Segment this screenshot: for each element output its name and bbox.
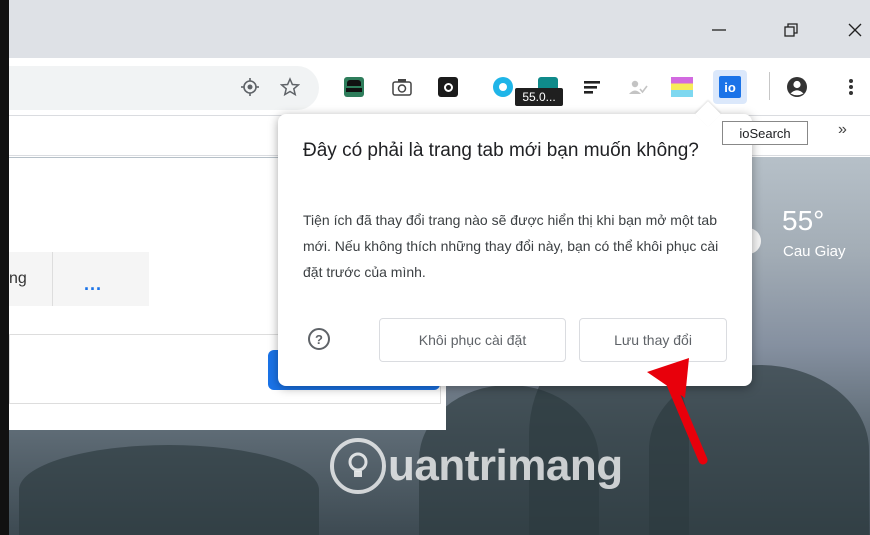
- weather-city: Cau Giay: [783, 243, 846, 260]
- restore-window-button[interactable]: [771, 12, 811, 48]
- dialog-body: Tiện ích đã thay đổi trang nào sẽ được h…: [303, 212, 719, 280]
- minimize-button[interactable]: [699, 12, 739, 48]
- restore-settings-button[interactable]: Khôi phục cài đặt: [379, 318, 566, 362]
- people-check-icon[interactable]: [623, 72, 653, 102]
- location-icon[interactable]: [235, 72, 265, 102]
- minimize-icon: [712, 29, 726, 31]
- iosearch-tooltip: ioSearch: [722, 121, 808, 145]
- title-bar: [9, 0, 870, 58]
- color-palette-icon[interactable]: [667, 72, 697, 102]
- bookmarks-overflow-icon[interactable]: »: [838, 121, 847, 139]
- iosearch-extension-button[interactable]: io: [713, 70, 747, 104]
- left-edge: [0, 0, 9, 535]
- close-window-button[interactable]: [835, 12, 870, 48]
- card-tab-strip: [9, 252, 149, 306]
- watermark-lightbulb-icon: [330, 438, 386, 494]
- reader-icon[interactable]: [577, 72, 607, 102]
- toolbar-separator: [769, 72, 770, 100]
- extension-dark-icon[interactable]: [433, 72, 463, 102]
- watermark: uantrimang: [330, 436, 623, 496]
- extension-badge: 55.0...: [515, 88, 563, 106]
- watermark-text: uantrimang: [388, 441, 623, 490]
- dialog-title: Đây có phải là trang tab mới bạn muốn kh…: [303, 140, 699, 161]
- extension-change-dialog: Đây có phải là trang tab mới bạn muốn kh…: [278, 101, 752, 386]
- profile-avatar-icon[interactable]: [782, 72, 812, 102]
- bookmark-star-icon[interactable]: [275, 72, 305, 102]
- iosearch-icon: io: [719, 76, 741, 98]
- close-icon: [848, 23, 862, 37]
- camera-icon[interactable]: [387, 72, 417, 102]
- more-tabs-button[interactable]: ...: [84, 274, 102, 295]
- restore-window-icon: [784, 23, 798, 37]
- annotation-arrow-icon: [647, 358, 708, 465]
- help-icon[interactable]: ?: [308, 328, 330, 350]
- partial-tab-label[interactable]: ng: [9, 270, 27, 288]
- menu-kebab-icon[interactable]: [836, 72, 866, 102]
- cloud-extension-icon[interactable]: [488, 72, 518, 102]
- address-bar[interactable]: [9, 66, 319, 110]
- tab-divider: [52, 252, 53, 306]
- extension-spy-icon[interactable]: [339, 72, 369, 102]
- weather-temperature: 55°: [782, 205, 825, 236]
